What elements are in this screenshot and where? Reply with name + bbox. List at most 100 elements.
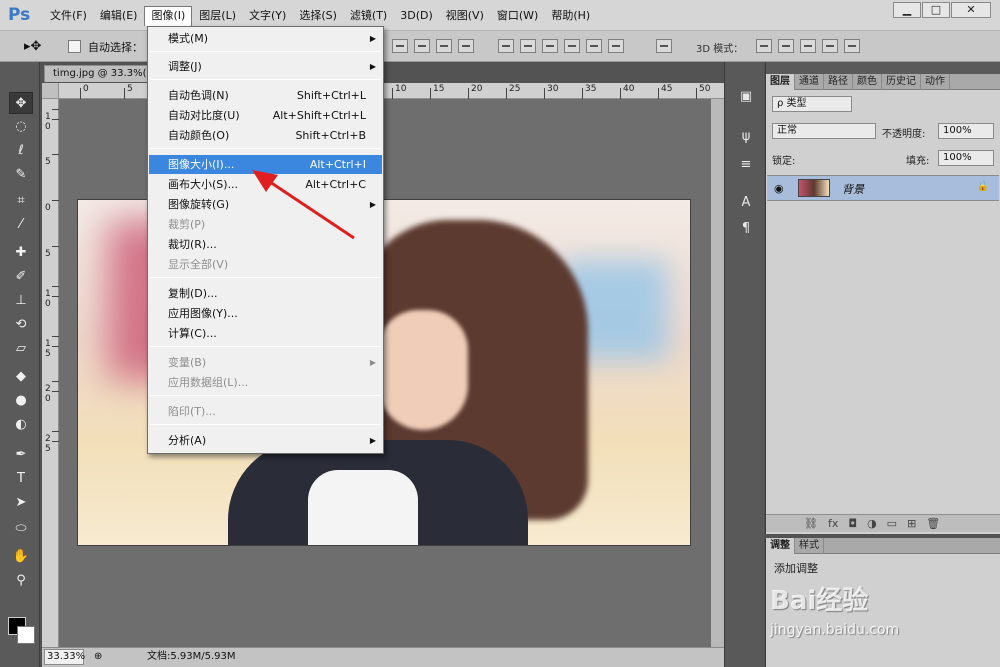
menu-file[interactable]: 文件(F) — [44, 6, 93, 26]
menu-image[interactable]: 图像(I) — [144, 6, 193, 26]
blend-mode-select[interactable]: 正常 — [772, 123, 876, 139]
blur-tool-icon[interactable]: ● — [9, 390, 33, 412]
distribute-left-icon[interactable] — [564, 39, 580, 53]
menu-layer[interactable]: 图层(L) — [193, 6, 242, 26]
close-button[interactable]: ✕ — [951, 2, 991, 18]
menu-item-apply-image[interactable]: 应用图像(Y)... — [149, 304, 382, 323]
brush-panel-icon[interactable]: ψ — [737, 128, 755, 146]
pen-tool-icon[interactable]: ✒ — [9, 444, 33, 466]
menu-item-label: 自动对比度(U) — [168, 109, 240, 122]
distribute-icons — [498, 39, 624, 53]
align-top-icon[interactable] — [392, 39, 408, 53]
menu-type[interactable]: 文字(Y) — [243, 6, 292, 26]
visibility-eye-icon[interactable]: ◉ — [774, 182, 784, 195]
3d-panel-icon[interactable]: ▣ — [737, 88, 755, 106]
menu-item-calculations[interactable]: 计算(C)... — [149, 324, 382, 343]
adjustment-layer-icon[interactable]: ◑ — [867, 515, 877, 532]
minimize-button[interactable]: ▁ — [893, 2, 921, 18]
quick-select-tool-icon[interactable]: ✎ — [9, 164, 33, 186]
type-tool-icon[interactable]: T — [9, 468, 33, 490]
menu-item-auto-color[interactable]: 自动颜色(O) Shift+Ctrl+B — [149, 126, 382, 145]
3d-pan-icon[interactable] — [800, 39, 816, 53]
hand-tool-icon[interactable]: ✋ — [9, 546, 33, 568]
group-folder-icon[interactable]: ▭ — [887, 515, 897, 532]
menu-window[interactable]: 窗口(W) — [491, 6, 544, 26]
ruler-tick: 30 — [543, 84, 559, 99]
link-layers-icon[interactable]: ⛓ — [804, 515, 818, 532]
photoshop-logo: Ps — [8, 5, 31, 25]
align-left-icon[interactable] — [458, 39, 474, 53]
background-color-swatch[interactable] — [17, 626, 35, 644]
tab-history[interactable]: 历史记 — [882, 74, 921, 90]
paragraph-panel-icon[interactable]: ¶ — [737, 220, 755, 238]
menu-item-label: 模式(M) — [168, 32, 209, 45]
menu-item-analysis[interactable]: 分析(A) ▶ — [149, 431, 382, 450]
brush-tool-icon[interactable]: ✐ — [9, 266, 33, 288]
delete-layer-icon[interactable]: 🗑 — [926, 515, 940, 532]
distribute-top-icon[interactable] — [498, 39, 514, 53]
distribute-vcenter-icon[interactable] — [520, 39, 536, 53]
document-tab[interactable]: timg.jpg @ 33.3%( — [44, 65, 148, 82]
3d-scale-icon[interactable] — [844, 39, 860, 53]
menu-edit[interactable]: 编辑(E) — [94, 6, 144, 26]
menu-help[interactable]: 帮助(H) — [545, 6, 596, 26]
3d-rotate-icon[interactable] — [756, 39, 772, 53]
tab-color[interactable]: 颜色 — [853, 74, 882, 90]
3d-slide-icon[interactable] — [822, 39, 838, 53]
distribute-right-icon[interactable] — [608, 39, 624, 53]
menu-item-adjustments[interactable]: 调整(J) ▶ — [149, 57, 382, 76]
shape-tool-icon[interactable]: ⬭ — [9, 518, 33, 540]
zoom-tool-icon[interactable]: ⚲ — [9, 570, 33, 592]
dodge-tool-icon[interactable]: ◐ — [9, 414, 33, 436]
menu-filter[interactable]: 滤镜(T) — [344, 6, 393, 26]
3d-roll-icon[interactable] — [778, 39, 794, 53]
tab-adjustments[interactable]: 调整 — [766, 538, 795, 554]
ruler-tick: 35 — [581, 84, 597, 99]
path-select-tool-icon[interactable]: ➤ — [9, 492, 33, 514]
align-bottom-icon[interactable] — [436, 39, 452, 53]
menu-item-mode[interactable]: 模式(M) ▶ — [149, 29, 382, 48]
clone-source-panel-icon[interactable]: ≡ — [737, 156, 755, 174]
character-panel-icon[interactable]: A — [737, 194, 755, 212]
lasso-tool-icon[interactable]: ℓ — [9, 140, 33, 162]
maximize-button[interactable]: □ — [922, 2, 950, 18]
menu-item-label: 复制(D)... — [168, 287, 218, 300]
move-tool-icon[interactable]: ▸✥ — [24, 39, 41, 54]
fill-input[interactable]: 100% — [938, 150, 994, 166]
menu-3d[interactable]: 3D(D) — [394, 6, 439, 26]
menu-item-auto-contrast[interactable]: 自动对比度(U) Alt+Shift+Ctrl+L — [149, 106, 382, 125]
zoom-level-field[interactable]: 33.33% — [44, 649, 85, 665]
menu-item-duplicate[interactable]: 复制(D)... — [149, 284, 382, 303]
menu-select[interactable]: 选择(S) — [293, 6, 343, 26]
auto-select-checkbox[interactable] — [68, 40, 81, 53]
tab-paths[interactable]: 路径 — [824, 74, 853, 90]
tab-channels[interactable]: 通道 — [795, 74, 824, 90]
tab-actions[interactable]: 动作 — [921, 74, 950, 90]
layer-filter-select[interactable]: ρ 类型 — [772, 96, 852, 112]
layer-row-background[interactable]: ◉ 背景 🔒 — [767, 175, 999, 201]
new-layer-icon[interactable]: ⊞ — [907, 515, 916, 532]
status-share-icon[interactable]: ⊕ — [94, 648, 102, 666]
tab-styles[interactable]: 样式 — [795, 538, 824, 554]
auto-align-icon[interactable] — [656, 39, 672, 53]
paint-bucket-tool-icon[interactable]: ◆ — [9, 366, 33, 388]
clone-stamp-tool-icon[interactable]: ⊥ — [9, 290, 33, 312]
menu-view[interactable]: 视图(V) — [440, 6, 490, 26]
menu-item-auto-tone[interactable]: 自动色调(N) Shift+Ctrl+L — [149, 86, 382, 105]
eraser-tool-icon[interactable]: ▱ — [9, 338, 33, 360]
move-tool-icon[interactable]: ✥ — [9, 92, 33, 114]
menu-item-label: 自动色调(N) — [168, 89, 229, 102]
mask-icon[interactable]: ◘ — [848, 515, 857, 532]
fx-icon[interactable]: fx — [828, 515, 838, 532]
opacity-input[interactable]: 100% — [938, 123, 994, 139]
distribute-hcenter-icon[interactable] — [586, 39, 602, 53]
marquee-tool-icon[interactable]: ◌ — [9, 116, 33, 138]
distribute-bottom-icon[interactable] — [542, 39, 558, 53]
vertical-scrollbar[interactable] — [711, 99, 724, 647]
crop-tool-icon[interactable]: ⌗ — [9, 190, 33, 212]
history-brush-tool-icon[interactable]: ⟲ — [9, 314, 33, 336]
align-vcenter-icon[interactable] — [414, 39, 430, 53]
tab-layers[interactable]: 图层 — [766, 74, 795, 90]
healing-brush-tool-icon[interactable]: ✚ — [9, 242, 33, 264]
eyedropper-tool-icon[interactable]: ⁄ — [9, 214, 33, 236]
